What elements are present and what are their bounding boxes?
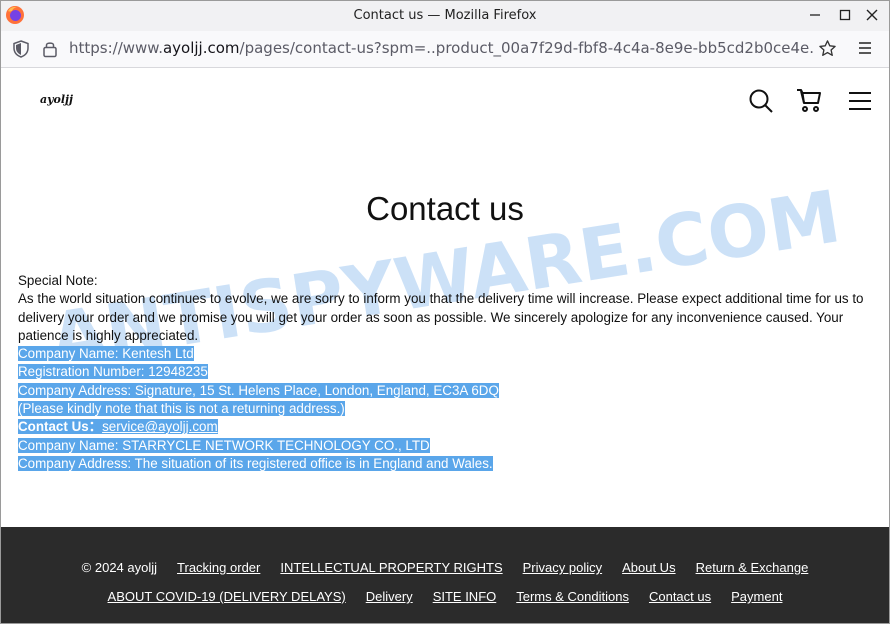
return-notice: (Please kindly note that this is not a r…	[18, 401, 345, 417]
footer-link-contact-us[interactable]: Contact us	[649, 589, 711, 604]
footer-link-delivery[interactable]: Delivery	[366, 589, 413, 604]
footer-link-terms[interactable]: Terms & Conditions	[516, 589, 629, 604]
footer-link-return-exchange[interactable]: Return & Exchange	[696, 560, 809, 575]
footer-copyright: © 2024 ayoljj	[81, 560, 158, 575]
company-name-2: Company Name: STARRYCLE NETWORK TECHNOLO…	[18, 437, 430, 453]
navigation-bar: https://www.ayoljj.com/pages/contact-us?…	[1, 31, 889, 68]
contact-content: Special Note: As the world situation con…	[18, 272, 874, 473]
url-host: ayoljj.com	[162, 39, 240, 57]
footer-link-tracking-order[interactable]: Tracking order	[177, 560, 260, 575]
hamburger-menu-icon[interactable]	[847, 88, 873, 114]
site-logo[interactable]: ayoljj	[40, 93, 73, 106]
footer-link-site-info[interactable]: SITE INFO	[433, 589, 497, 604]
maximize-button[interactable]	[834, 4, 856, 26]
footer-row-1: © 2024 ayoljj Tracking order INTELLECTUA…	[1, 560, 889, 575]
app-menu-icon[interactable]	[857, 40, 873, 56]
url-path: /pages/contact-us?spm=..product_00a7f29d…	[239, 39, 814, 57]
browser-window: Contact us — Mozilla Firefox https://www…	[0, 0, 890, 624]
url-prefix: https://www.	[69, 39, 163, 57]
maximize-icon	[839, 9, 851, 21]
lock-icon[interactable]	[41, 39, 59, 59]
registration-number: Registration Number: 12948235	[18, 364, 208, 380]
cart-icon[interactable]	[796, 88, 822, 114]
company-address-2: Company Address: The situation of its re…	[18, 455, 493, 471]
footer-link-about-us[interactable]: About Us	[622, 560, 675, 575]
minimize-icon	[810, 14, 820, 16]
contact-label: Contact Us：	[18, 419, 103, 435]
footer-link-intellectual-property[interactable]: INTELLECTUAL PROPERTY RIGHTS	[280, 560, 502, 575]
minimize-button[interactable]	[804, 4, 826, 26]
footer-row-2: ABOUT COVID-19 (DELIVERY DELAYS) Deliver…	[1, 589, 889, 604]
footer-link-privacy-policy[interactable]: Privacy policy	[523, 560, 602, 575]
company-address-1: Company Address: Signature, 15 St. Helen…	[18, 382, 499, 398]
tracking-protection-shield-icon[interactable]	[11, 39, 31, 59]
company-name-1: Company Name: Kentesh Ltd	[18, 346, 194, 362]
title-bar: Contact us — Mozilla Firefox	[1, 1, 889, 31]
site-footer: © 2024 ayoljj Tracking order INTELLECTUA…	[1, 527, 889, 623]
bookmark-star-icon[interactable]	[818, 39, 837, 58]
url-bar[interactable]: https://www.ayoljj.com/pages/contact-us?…	[69, 39, 814, 57]
web-page: ayoljj ANTISPYWARE.COM Contact us Specia…	[1, 68, 889, 623]
window-title: Contact us — Mozilla Firefox	[353, 8, 537, 23]
special-note-label: Special Note:	[18, 273, 98, 288]
footer-link-payment[interactable]: Payment	[731, 589, 782, 604]
special-note-text: As the world situation continues to evol…	[18, 291, 864, 343]
footer-link-covid[interactable]: ABOUT COVID-19 (DELIVERY DELAYS)	[108, 589, 346, 604]
close-button[interactable]	[861, 4, 883, 26]
page-title: Contact us	[366, 190, 524, 227]
close-icon	[866, 9, 878, 21]
contact-email-link[interactable]: service@ayoljj.com	[102, 419, 218, 434]
search-icon[interactable]	[748, 88, 774, 114]
